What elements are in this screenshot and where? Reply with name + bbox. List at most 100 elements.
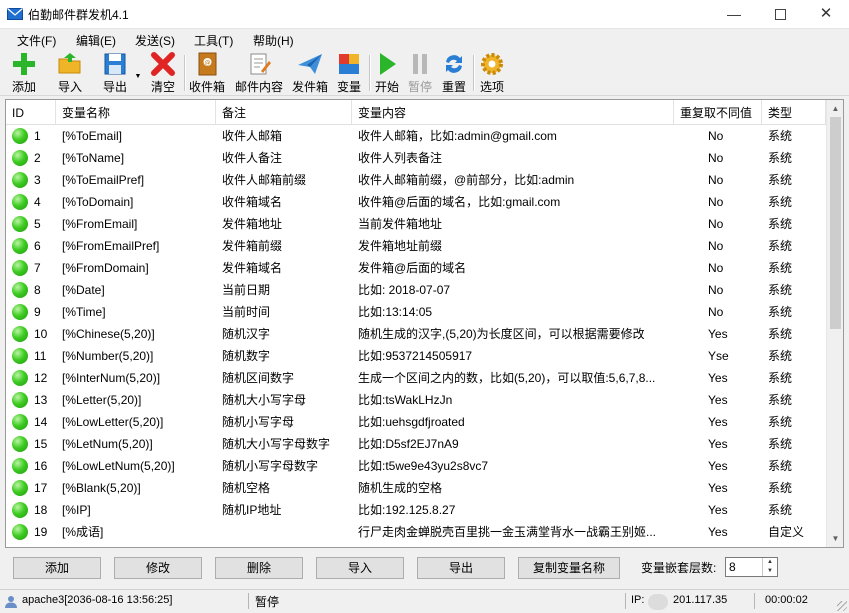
table-row[interactable]: 10 [%Chinese(5,20)] 随机汉字 随机生成的汉字,(5,20)为长度区… xyxy=(6,323,826,345)
row-note: 当前日期 xyxy=(222,283,271,297)
toolbar-import-button[interactable]: 导入 xyxy=(53,51,87,94)
row-id: 13 xyxy=(34,393,48,407)
row-repeat: Yes xyxy=(708,371,728,385)
table-row[interactable]: 1 [%ToEmail] 收件人邮箱 收件人邮箱，比如:admin@gmail.com… xyxy=(6,125,826,147)
minimize-button[interactable]: — xyxy=(711,0,757,28)
toolbar-variable-button[interactable]: 变量 xyxy=(335,51,363,94)
paper-plane-icon xyxy=(298,54,322,74)
status-dot-icon xyxy=(12,150,28,166)
table-row[interactable]: 15 [%LetNum(5,20)] 随机大小写字母数字 比如:D5sf2EJ7nA9… xyxy=(6,433,826,455)
row-variable-content: 随机生成的空格 xyxy=(358,481,443,495)
table-row[interactable]: 5 [%FromEmail] 发件箱地址 当前发件箱地址 No 系统 xyxy=(6,213,826,235)
row-type: 系统 xyxy=(768,129,793,143)
table-row[interactable]: 3 [%ToEmailPref] 收件人邮箱前缀 收件人邮箱前缀，@前部分，比如:ad… xyxy=(6,169,826,191)
scroll-thumb[interactable] xyxy=(830,117,841,329)
row-repeat: Yes xyxy=(708,459,728,473)
title-bar: 伯勤邮件群发机4.1 — ✕ xyxy=(0,0,849,29)
mail-app-icon xyxy=(7,8,23,20)
status-dot-icon xyxy=(12,216,28,232)
header-variable-name[interactable]: 变量名称 xyxy=(56,100,216,124)
table-row[interactable]: 7 [%FromDomain] 发件箱域名 发件箱@后面的域名 No 系统 xyxy=(6,257,826,279)
row-note: 随机小写字母数字 xyxy=(222,459,319,473)
table-row[interactable]: 13 [%Letter(5,20)] 随机大小写字母 比如:tsWakLHzJn Yes… xyxy=(6,389,826,411)
row-note: 收件人邮箱前缀 xyxy=(222,173,307,187)
header-variable-content[interactable]: 变量内容 xyxy=(352,100,674,124)
stepper-down-icon[interactable]: ▼ xyxy=(763,567,777,576)
status-dot-icon xyxy=(12,348,28,364)
row-repeat: No xyxy=(708,151,724,165)
row-type: 系统 xyxy=(768,459,793,473)
copy-variable-name-button[interactable]: 复制变量名称 xyxy=(518,557,620,579)
row-repeat: No xyxy=(708,261,724,275)
table-row[interactable]: 4 [%ToDomain] 收件箱域名 收件箱@后面的域名，比如:gmail.com N… xyxy=(6,191,826,213)
status-dot-icon xyxy=(12,524,28,540)
vertical-scrollbar[interactable]: ▲ ▼ xyxy=(826,100,843,547)
maximize-button[interactable] xyxy=(757,0,803,28)
menu-send[interactable]: 发送(S) xyxy=(135,32,175,49)
row-variable-name: [%ToEmail] xyxy=(62,129,123,143)
table-row[interactable]: 14 [%LowLetter(5,20)] 随机小写字母 比如:uehsgdfjroa… xyxy=(6,411,826,433)
status-user: apache3[2036-08-16 13:56:25] xyxy=(22,594,173,606)
scroll-down-icon[interactable]: ▼ xyxy=(827,530,843,547)
header-id[interactable]: ID xyxy=(6,100,56,124)
row-variable-name: [%FromEmail] xyxy=(62,217,138,231)
menu-tools[interactable]: 工具(T) xyxy=(194,32,233,49)
menu-edit[interactable]: 编辑(E) xyxy=(76,32,116,49)
row-note: 随机空格 xyxy=(222,481,271,495)
export-button[interactable]: 导出 xyxy=(417,557,505,579)
status-dot-icon xyxy=(12,172,28,188)
toolbar-outbox-button[interactable]: @ 收件箱 xyxy=(188,51,226,94)
toolbar-add-button[interactable]: 添加 xyxy=(8,51,40,94)
row-variable-content: 生成一个区间之内的数，比如(5,20)，可以取值:5,6,7,8... xyxy=(358,371,656,385)
table-row[interactable]: 8 [%Date] 当前日期 比如: 2018-07-07 No 系统 xyxy=(6,279,826,301)
toolbar-clear-button[interactable]: 清空 xyxy=(147,51,179,94)
stepper-arrows[interactable]: ▲ ▼ xyxy=(762,558,777,576)
stepper-up-icon[interactable]: ▲ xyxy=(763,558,777,567)
table-row[interactable]: 11 [%Number(5,20)] 随机数字 比如:9537214505917 Yse… xyxy=(6,345,826,367)
row-type: 自定义 xyxy=(768,525,805,539)
menu-help[interactable]: 帮助(H) xyxy=(253,32,294,49)
status-dot-icon xyxy=(12,370,28,386)
row-id: 8 xyxy=(34,283,41,297)
toolbar-pause-button[interactable]: 暂停 xyxy=(406,51,434,94)
table-row[interactable]: 2 [%ToName] 收件人备注 收件人列表备注 No 系统 xyxy=(6,147,826,169)
table-row[interactable]: 18 [%IP] 随机IP地址 比如:192.125.8.27 Yes 系统 xyxy=(6,499,826,521)
edit-button[interactable]: 修改 xyxy=(114,557,202,579)
toolbar-start-button[interactable]: 开始 xyxy=(373,51,401,94)
status-bar: apache3[2036-08-16 13:56:25] 暂停 IP: 201.… xyxy=(0,589,849,613)
scroll-up-icon[interactable]: ▲ xyxy=(827,100,843,117)
add-button[interactable]: 添加 xyxy=(13,557,101,579)
row-id: 9 xyxy=(34,305,41,319)
row-variable-content: 当前发件箱地址 xyxy=(358,217,443,231)
minimize-icon: — xyxy=(727,6,741,22)
header-repeat[interactable]: 重复取不同值 xyxy=(674,100,762,124)
table-row[interactable]: 12 [%InterNum(5,20)] 随机区间数字 生成一个区间之内的数，比如(5… xyxy=(6,367,826,389)
row-variable-content: 收件人列表备注 xyxy=(358,151,443,165)
svg-text:@: @ xyxy=(205,60,211,67)
table-row[interactable]: 19 [%成语] 行尸走肉金蝉脱壳百里挑一金玉满堂背水一战霸王别姬... Yes 自定义 xyxy=(6,521,826,543)
row-repeat: Yes xyxy=(708,415,728,429)
import-button[interactable]: 导入 xyxy=(316,557,404,579)
header-type[interactable]: 类型 xyxy=(762,100,826,124)
toolbar-send-box-button[interactable]: 发件箱 xyxy=(291,51,329,94)
toolbar-mail-content-button[interactable]: 邮件内容 xyxy=(234,51,284,94)
table-row[interactable]: 9 [%Time] 当前时间 比如:13:14:05 No 系统 xyxy=(6,301,826,323)
table-row[interactable]: 17 [%Blank(5,20)] 随机空格 随机生成的空格 Yes 系统 xyxy=(6,477,826,499)
toolbar-export-button[interactable]: 导出 xyxy=(99,51,131,94)
delete-button[interactable]: 删除 xyxy=(215,557,303,579)
toolbar-reset-button[interactable]: 重置 xyxy=(440,51,468,94)
menu-file[interactable]: 文件(F) xyxy=(17,32,56,49)
table-row[interactable]: 16 [%LowLetNum(5,20)] 随机小写字母数字 比如:t5we9e43y… xyxy=(6,455,826,477)
close-button[interactable]: ✕ xyxy=(803,0,849,28)
status-dot-icon xyxy=(12,128,28,144)
plus-icon xyxy=(13,53,35,75)
resize-grip-icon[interactable] xyxy=(837,601,847,611)
table-row[interactable]: 6 [%FromEmailPref] 发件箱前缀 发件箱地址前缀 No 系统 xyxy=(6,235,826,257)
nesting-depth-value[interactable]: 8 xyxy=(729,560,736,574)
row-variable-name: [%Time] xyxy=(62,305,106,319)
row-variable-content: 比如:192.125.8.27 xyxy=(358,503,456,517)
status-separator xyxy=(625,593,626,609)
header-note[interactable]: 备注 xyxy=(216,100,352,124)
nesting-depth-stepper[interactable]: 8 ▲ ▼ xyxy=(725,557,778,577)
toolbar-options-button[interactable]: 选项 xyxy=(478,51,506,94)
